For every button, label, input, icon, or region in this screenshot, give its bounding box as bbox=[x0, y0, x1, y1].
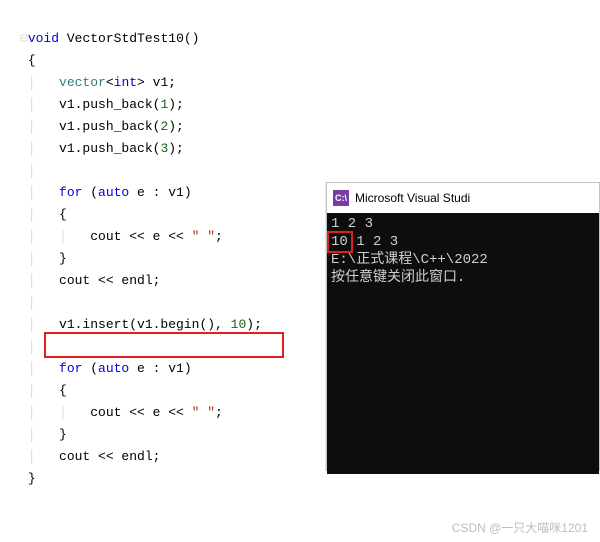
pushback2-b: ); bbox=[168, 119, 184, 134]
console-line-4: E:\正式课程\C++\2022 bbox=[331, 251, 595, 269]
console-titlebar[interactable]: C:\ Microsoft Visual Studi bbox=[327, 183, 599, 213]
keyword-int: int bbox=[114, 75, 137, 90]
fold-guide: ⊟ bbox=[20, 31, 28, 46]
keyword-for-1: for bbox=[59, 185, 82, 200]
for1-brace-open: { bbox=[59, 207, 67, 222]
insert-a: v1.insert(v1.begin(), bbox=[59, 317, 231, 332]
cout-endl-2: cout << endl; bbox=[59, 449, 160, 464]
cout1-a: cout << e << bbox=[90, 229, 191, 244]
for1-mid: e : v1) bbox=[129, 185, 191, 200]
console-body[interactable]: 1 2 3 10 1 2 3 E:\正式课程\C++\2022 按任意键关闭此窗… bbox=[327, 213, 599, 474]
brace-open: { bbox=[28, 53, 36, 68]
console-line-5: 按任意键关闭此窗口. bbox=[331, 269, 595, 287]
keyword-void: void bbox=[28, 31, 59, 46]
str-space-1: " " bbox=[192, 229, 215, 244]
cout2-a: cout << e << bbox=[90, 405, 191, 420]
console-line-1: 1 2 3 bbox=[331, 215, 595, 233]
pushback1-b: ); bbox=[168, 97, 184, 112]
console-window: C:\ Microsoft Visual Studi 1 2 3 10 1 2 … bbox=[326, 182, 600, 471]
type-vector: vector bbox=[59, 75, 106, 90]
num-10: 10 bbox=[231, 317, 247, 332]
for2-brace-close: } bbox=[59, 427, 67, 442]
for2-po: ( bbox=[82, 361, 98, 376]
pushback1-a: v1.push_back( bbox=[59, 97, 160, 112]
keyword-auto-1: auto bbox=[98, 185, 129, 200]
code-editor: ⊟void VectorStdTest10() { │ vector<int> … bbox=[20, 6, 262, 490]
cout2-b: ; bbox=[215, 405, 223, 420]
pushback3-a: v1.push_back( bbox=[59, 141, 160, 156]
cout1-b: ; bbox=[215, 229, 223, 244]
angle-gt: > bbox=[137, 75, 145, 90]
parens: () bbox=[184, 31, 200, 46]
keyword-auto-2: auto bbox=[98, 361, 129, 376]
vs-console-icon: C:\ bbox=[333, 190, 349, 206]
console-line-2: 10 1 2 3 bbox=[331, 233, 595, 251]
watermark: CSDN @一只大喵咪1201 bbox=[452, 519, 588, 536]
str-space-2: " " bbox=[192, 405, 215, 420]
pushback2-a: v1.push_back( bbox=[59, 119, 160, 134]
brace-close: } bbox=[28, 471, 36, 486]
function-name: VectorStdTest10 bbox=[59, 31, 184, 46]
pushback3-b: ); bbox=[168, 141, 184, 156]
decl-v1: v1; bbox=[145, 75, 176, 90]
for1-brace-close: } bbox=[59, 251, 67, 266]
angle-lt: < bbox=[106, 75, 114, 90]
for2-brace-open: { bbox=[59, 383, 67, 398]
insert-b: ); bbox=[246, 317, 262, 332]
keyword-for-2: for bbox=[59, 361, 82, 376]
for2-mid: e : v1) bbox=[129, 361, 191, 376]
cout-endl-1: cout << endl; bbox=[59, 273, 160, 288]
console-title-text: Microsoft Visual Studi bbox=[355, 191, 470, 205]
for1-po: ( bbox=[82, 185, 98, 200]
